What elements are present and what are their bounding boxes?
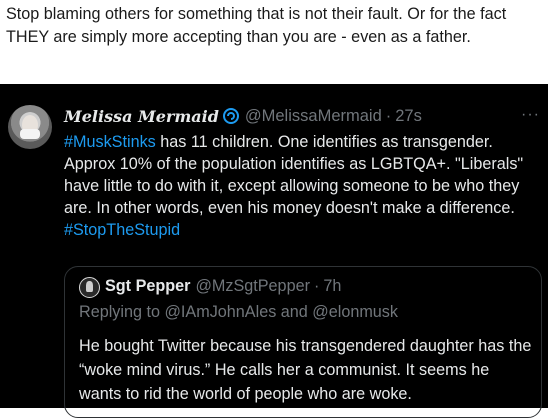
quote-display-name[interactable]: Sgt Pepper xyxy=(105,277,190,296)
tweet-text: #MuskStinks has 11 children. One identif… xyxy=(64,131,544,241)
quote-handle[interactable]: @MzSgtPepper xyxy=(195,277,310,296)
display-name[interactable]: Melissa Mermaid xyxy=(64,107,219,126)
quote-avatar[interactable] xyxy=(79,277,100,298)
quote-separator-dot: · xyxy=(313,277,320,295)
tweet-header: Melissa Mermaid @MelissaMermaid · 27s xyxy=(64,106,422,126)
quote-text: He bought Twitter because his transgende… xyxy=(79,337,532,403)
handle[interactable]: @MelissaMermaid xyxy=(245,107,382,126)
timestamp[interactable]: 27s xyxy=(395,107,422,126)
separator-dot: · xyxy=(385,106,392,125)
hashtag-muskstinks[interactable]: #MuskStinks xyxy=(64,133,156,151)
quote-header: Sgt Pepper @MzSgtPepper · 7h xyxy=(105,277,341,296)
quote-timestamp[interactable]: 7h xyxy=(323,277,341,296)
replying-to: Replying to @IAmJohnAles and @elonmusk xyxy=(79,303,398,321)
hashtag-stopthestupid[interactable]: #StopTheStupid xyxy=(64,221,180,239)
verified-badge-icon xyxy=(222,108,239,124)
tweet-card[interactable]: Melissa Mermaid @MelissaMermaid · 27s ··… xyxy=(0,84,548,418)
quoted-tweet[interactable]: Sgt Pepper @MzSgtPepper · 7h Replying to… xyxy=(64,266,542,418)
post-caption: Stop blaming others for something that i… xyxy=(6,5,507,46)
avatar-mask xyxy=(20,129,40,139)
avatar[interactable] xyxy=(8,105,52,149)
more-options-icon[interactable]: ··· xyxy=(521,106,540,124)
